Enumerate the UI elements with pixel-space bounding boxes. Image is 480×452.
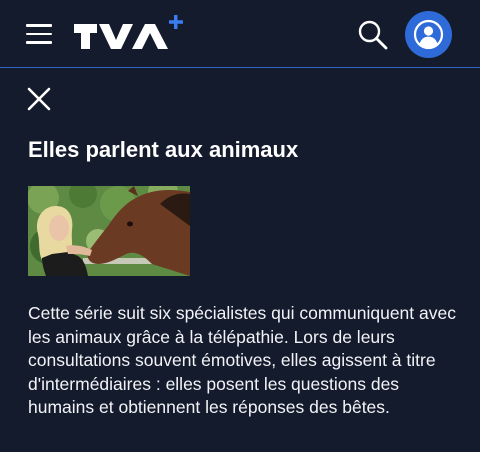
user-account-icon	[413, 19, 444, 50]
show-title: Elles parlent aux animaux	[28, 137, 299, 162]
tva-plus-logo[interactable]	[72, 14, 186, 54]
hamburger-menu-icon[interactable]	[26, 24, 52, 44]
show-description: Cette série suit six spécialistes qui co…	[28, 303, 456, 417]
search-icon[interactable]	[356, 18, 390, 52]
show-thumbnail[interactable]	[28, 186, 190, 276]
top-navigation-bar	[0, 0, 480, 68]
user-account-button[interactable]	[405, 11, 452, 58]
close-icon[interactable]	[26, 86, 52, 112]
